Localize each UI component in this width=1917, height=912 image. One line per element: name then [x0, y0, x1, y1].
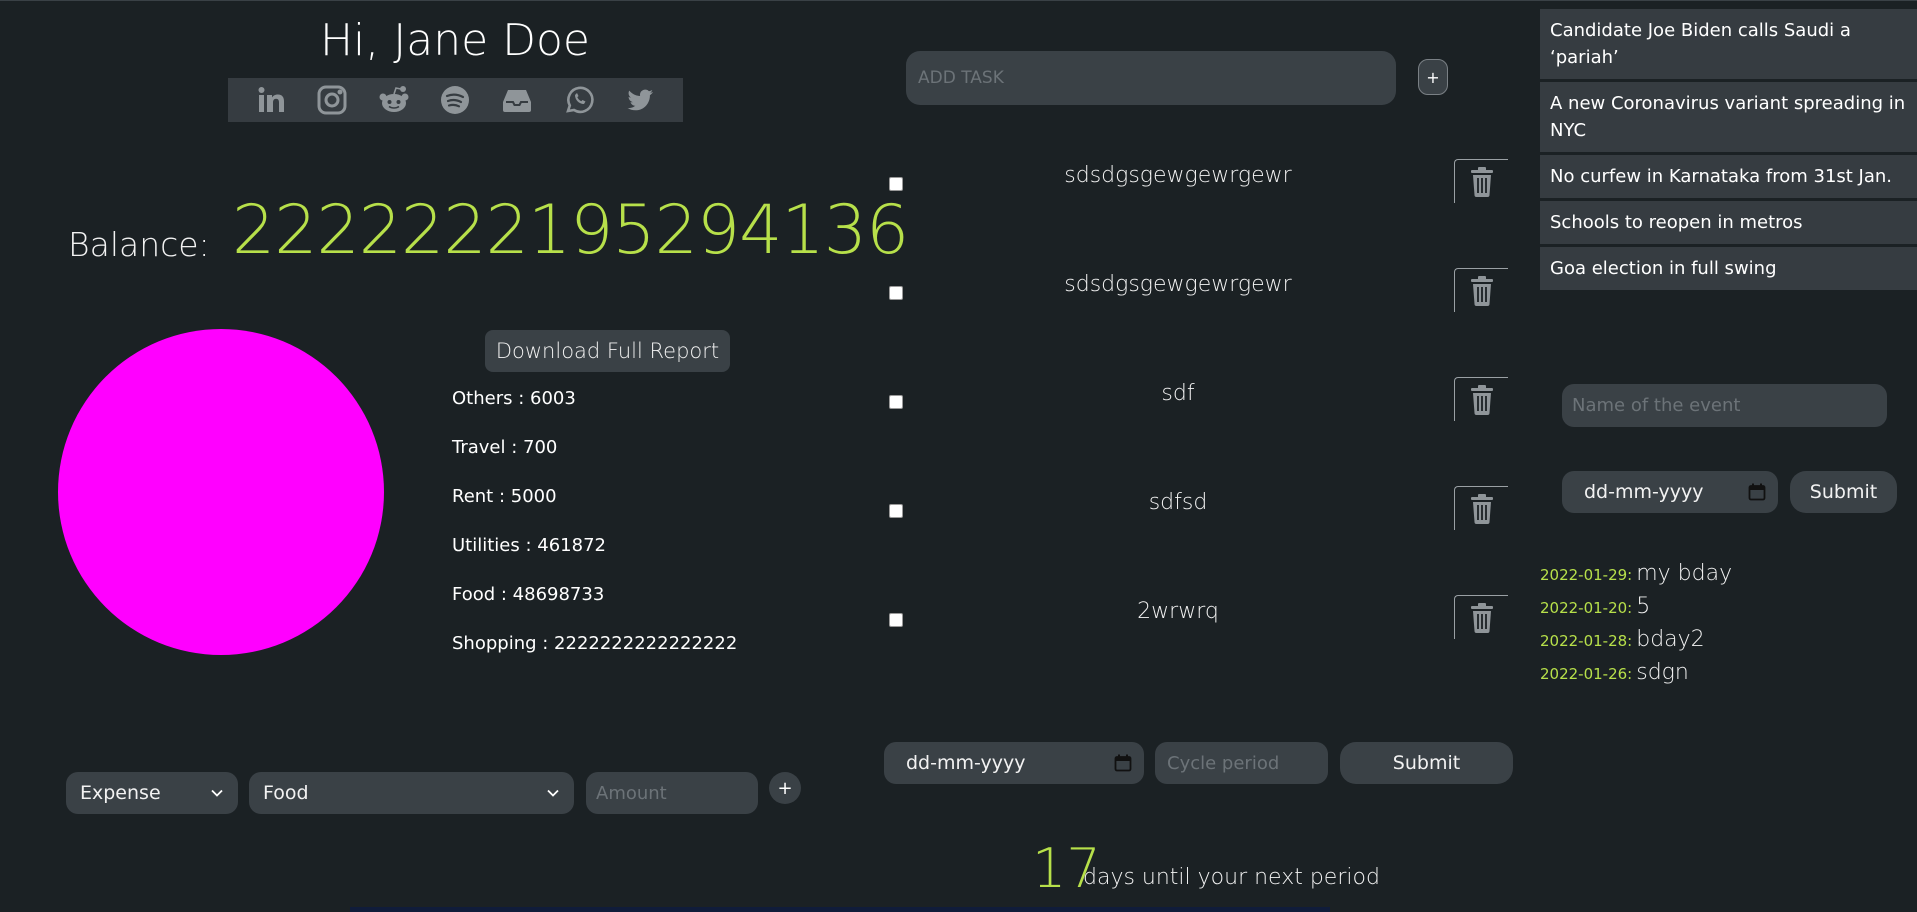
twitter-icon[interactable]: [623, 83, 657, 117]
bottom-strip: [350, 907, 1330, 912]
task-text: sdfsd: [1148, 490, 1208, 515]
news-item[interactable]: Goa election in full swing: [1540, 247, 1917, 290]
linkedin-icon[interactable]: [254, 83, 288, 117]
inbox-icon[interactable]: [500, 83, 534, 117]
download-report-button[interactable]: Download Full Report: [485, 330, 730, 372]
delete-task-button[interactable]: [1454, 268, 1508, 312]
task-checkbox[interactable]: [889, 504, 903, 518]
task-text: 2wrwrq: [1137, 599, 1219, 624]
trash-icon: [1470, 602, 1493, 633]
add-expense-button[interactable]: +: [769, 772, 801, 804]
event-item: 2022-01-28: bday2: [1540, 627, 1732, 660]
chevron-down-icon: [547, 789, 559, 797]
delete-task-button[interactable]: [1454, 377, 1508, 421]
task-item: sdf: [888, 377, 1508, 427]
period-date-input[interactable]: dd-mm-yyyy: [884, 742, 1144, 784]
task-text: sdsdgsgewgewrgewr: [1064, 163, 1292, 188]
reddit-icon[interactable]: [377, 83, 411, 117]
events-list: 2022-01-29: my bday 2022-01-20: 5 2022-0…: [1540, 561, 1732, 693]
task-checkbox[interactable]: [889, 395, 903, 409]
category-totals-list: Others : 6003 Travel : 700 Rent : 5000 U…: [452, 386, 737, 680]
delete-task-button[interactable]: [1454, 159, 1508, 203]
add-task-button[interactable]: +: [1418, 59, 1448, 95]
balance-label: Balance:: [68, 225, 210, 264]
news-list: Candidate Joe Biden calls Saudi a ‘paria…: [1540, 9, 1917, 293]
task-text: sdf: [1161, 381, 1195, 406]
news-item[interactable]: Candidate Joe Biden calls Saudi a ‘paria…: [1540, 9, 1917, 79]
amount-input[interactable]: [586, 772, 758, 814]
add-task-input[interactable]: [906, 51, 1396, 105]
spotify-icon[interactable]: [438, 83, 472, 117]
pie-slice-shopping: [58, 329, 384, 655]
event-submit-button[interactable]: Submit: [1790, 471, 1897, 513]
category-item-travel: Travel : 700: [452, 437, 558, 458]
calendar-icon: [1748, 483, 1766, 501]
event-date: 2022-01-29:: [1540, 566, 1633, 584]
category-item-rent: Rent : 5000: [452, 486, 557, 507]
event-name-input[interactable]: [1562, 384, 1887, 427]
event-date: 2022-01-26:: [1540, 665, 1633, 683]
period-submit-button[interactable]: Submit: [1340, 742, 1513, 784]
expense-pie-chart: [58, 329, 384, 655]
task-item: sdsdgsgewgewrgewr: [888, 159, 1508, 209]
trash-icon: [1470, 384, 1493, 415]
news-item[interactable]: A new Coronavirus variant spreading in N…: [1540, 82, 1917, 152]
task-checkbox[interactable]: [889, 177, 903, 191]
chevron-down-icon: [211, 789, 223, 797]
event-name: 5: [1636, 594, 1651, 619]
whatsapp-icon[interactable]: [562, 83, 596, 117]
event-name: bday2: [1636, 627, 1705, 652]
task-item: sdsdgsgewgewrgewr: [888, 268, 1508, 318]
task-checkbox[interactable]: [889, 286, 903, 300]
period-date-placeholder: dd-mm-yyyy: [906, 752, 1026, 774]
period-days-text: days until your next period: [1083, 865, 1380, 890]
trash-icon: [1470, 166, 1493, 197]
event-date: 2022-01-20:: [1540, 599, 1633, 617]
transaction-type-value: Expense: [80, 782, 161, 804]
delete-task-button[interactable]: [1454, 486, 1508, 530]
expense-category-select[interactable]: Food: [249, 772, 574, 814]
event-date-placeholder: dd-mm-yyyy: [1584, 481, 1704, 503]
task-text: sdsdgsgewgewrgewr: [1064, 272, 1292, 297]
social-links-bar: [228, 78, 683, 122]
transaction-type-select[interactable]: Expense: [66, 772, 238, 814]
task-checkbox[interactable]: [889, 613, 903, 627]
event-date: 2022-01-28:: [1540, 632, 1633, 650]
news-item[interactable]: No curfew in Karnataka from 31st Jan.: [1540, 155, 1917, 198]
event-name: sdgn: [1636, 660, 1689, 685]
task-item: 2wrwrq: [888, 595, 1508, 645]
event-name: my bday: [1636, 561, 1733, 586]
delete-task-button[interactable]: [1454, 595, 1508, 639]
trash-icon: [1470, 275, 1493, 306]
news-item[interactable]: Schools to reopen in metros: [1540, 201, 1917, 244]
expense-category-value: Food: [263, 782, 309, 804]
calendar-icon: [1114, 754, 1132, 772]
balance-value: 2222222195294136: [232, 191, 909, 270]
instagram-icon[interactable]: [315, 83, 349, 117]
category-item-utilities: Utilities : 461872: [452, 535, 606, 556]
event-item: 2022-01-26: sdgn: [1540, 660, 1732, 693]
category-item-others: Others : 6003: [452, 388, 576, 409]
category-item-shopping: Shopping : 2222222222222222: [452, 633, 738, 654]
trash-icon: [1470, 493, 1493, 524]
category-item-food: Food : 48698733: [452, 584, 605, 605]
event-item: 2022-01-29: my bday: [1540, 561, 1732, 594]
event-date-input[interactable]: dd-mm-yyyy: [1562, 471, 1778, 513]
cycle-period-input[interactable]: [1155, 742, 1328, 784]
task-item: sdfsd: [888, 486, 1508, 536]
greeting-heading: Hi, Jane Doe: [319, 15, 591, 66]
event-item: 2022-01-20: 5: [1540, 594, 1732, 627]
